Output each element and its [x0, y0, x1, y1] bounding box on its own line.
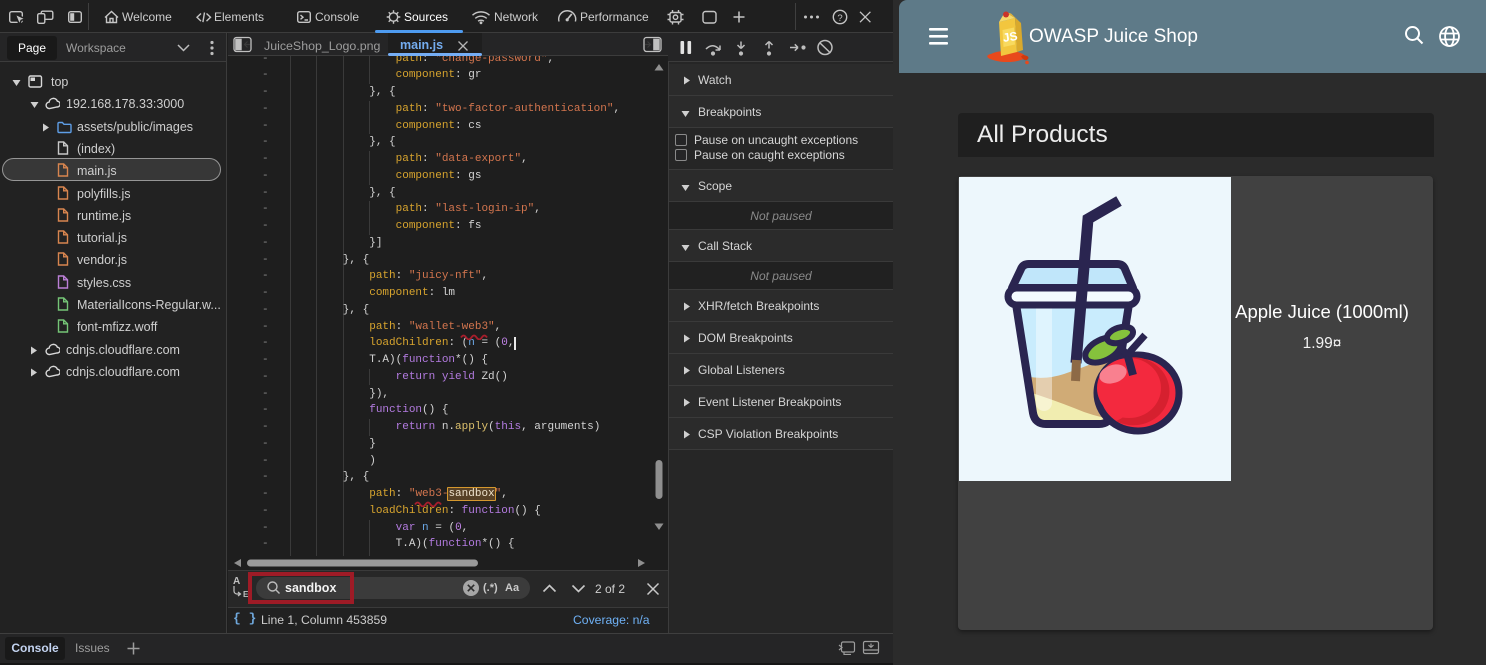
- svg-text:JS: JS: [1002, 29, 1019, 45]
- svg-text:?: ?: [837, 13, 842, 24]
